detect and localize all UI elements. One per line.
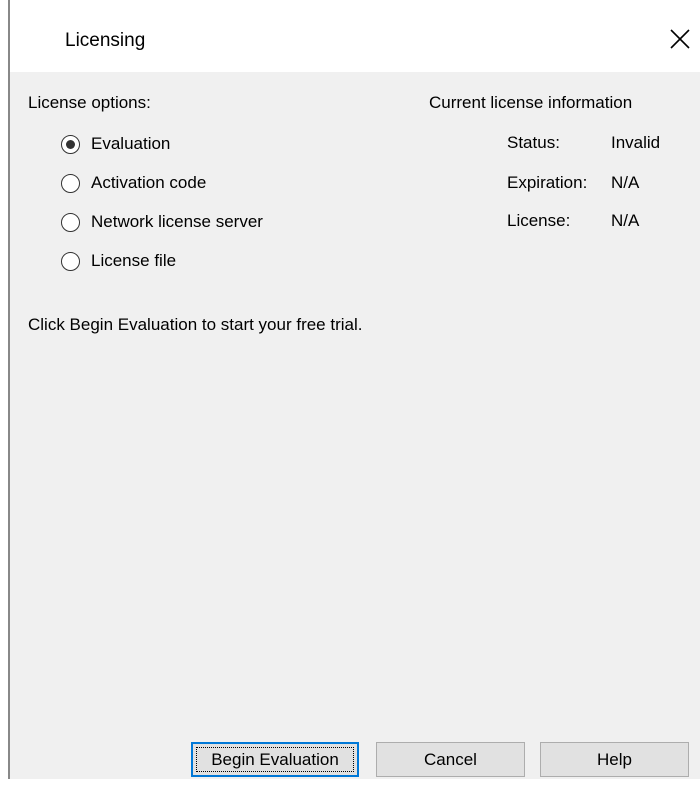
expiration-label: Expiration: [507, 173, 588, 192]
begin-evaluation-label: Begin Evaluation [211, 749, 339, 769]
status-label: Status: [507, 133, 560, 152]
radio-button-icon[interactable] [61, 134, 80, 154]
radio-selected-dot [66, 139, 75, 149]
current-license-heading: Current license information [429, 93, 633, 112]
expiration-value: N/A [611, 173, 640, 192]
close-button[interactable] [660, 19, 700, 59]
radio-evaluation[interactable]: Evaluation [61, 131, 170, 157]
radio-button-icon[interactable] [61, 251, 80, 271]
cancel-button[interactable]: Cancel [376, 742, 525, 777]
radio-label-network-license-server: Network license server [91, 212, 263, 231]
dialog-body: License options: Evaluation Activation c… [10, 72, 700, 779]
status-value: Invalid [611, 133, 661, 152]
help-label: Help [597, 749, 632, 769]
radio-network-license-server[interactable]: Network license server [61, 209, 263, 235]
close-icon [670, 29, 690, 49]
title-bar[interactable]: Licensing [10, 6, 700, 72]
licensing-dialog: Licensing License options: Evaluation Ac… [0, 0, 700, 803]
radio-activation-code[interactable]: Activation code [61, 170, 206, 196]
help-button[interactable]: Help [540, 742, 689, 777]
radio-label-activation-code: Activation code [91, 173, 207, 192]
radio-button-icon[interactable] [61, 173, 80, 193]
begin-evaluation-button[interactable]: Begin Evaluation [191, 742, 359, 777]
radio-label-license-file: License file [91, 251, 177, 270]
cancel-label: Cancel [424, 749, 477, 769]
radio-label-evaluation: Evaluation [91, 134, 171, 153]
radio-license-file[interactable]: License file [61, 248, 176, 274]
license-value: N/A [611, 211, 640, 230]
license-label: License: [507, 211, 571, 230]
window-bottom-strip [0, 779, 700, 803]
window-title: Licensing [65, 30, 146, 51]
license-options-heading: License options: [28, 93, 151, 112]
instruction-message: Click Begin Evaluation to start your fre… [28, 315, 363, 334]
radio-button-icon[interactable] [61, 212, 80, 232]
